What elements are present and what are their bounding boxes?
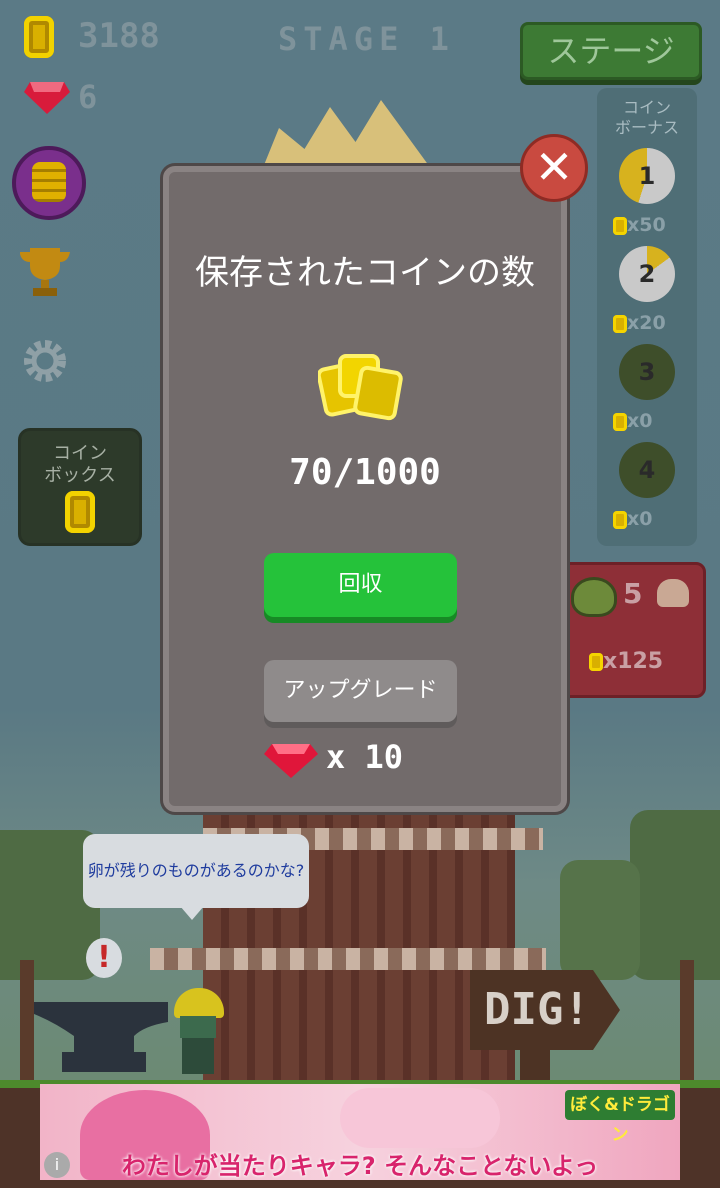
coin-bonus-title-line1: コイン [622, 98, 671, 117]
worker-count: 5 [623, 577, 643, 610]
modal-title: 保存されたコインの数 [195, 253, 535, 293]
bg-trunk [20, 960, 34, 1080]
coin-icon [589, 653, 603, 671]
bonus-number: 2 [638, 260, 656, 288]
bonus-number: 1 [638, 162, 656, 190]
bonus-amount-1: x50 [613, 214, 693, 236]
coin-icon [613, 412, 627, 431]
coin-box-label-line2: ボックス [44, 465, 116, 486]
coin-box-label: コイン ボックス [21, 443, 139, 487]
upgrade-button[interactable]: アップグレード [264, 660, 457, 722]
coin-count: 3188 [78, 16, 160, 56]
bonus-amount-text: x0 [627, 410, 653, 432]
coin-icon [65, 491, 95, 533]
bonus-amount-text: x0 [627, 508, 653, 530]
ad-info-icon[interactable]: i [44, 1152, 70, 1178]
coin-icon [613, 510, 627, 529]
collect-button[interactable]: 回収 [264, 553, 457, 617]
worker-cost: x125 [589, 649, 663, 674]
anvil-icon[interactable] [34, 992, 174, 1076]
coin-icon [613, 216, 627, 235]
speech-bubble-tail [180, 906, 204, 920]
miner-body [182, 1038, 214, 1074]
coin-box-label-line1: コイン [53, 443, 107, 464]
trunk-ring [150, 948, 546, 970]
bonus-number: 3 [638, 358, 656, 386]
gem-icon [264, 744, 318, 778]
worker-helmet-icon [571, 577, 617, 617]
bonus-amount-2: x20 [613, 312, 693, 334]
bg-trunk [680, 960, 694, 1080]
hire-worker-button[interactable]: 5 x125 [560, 562, 706, 698]
bonus-amount-text: x50 [627, 214, 666, 236]
ad-character-art [340, 1088, 500, 1148]
coin-icon [613, 314, 627, 333]
close-icon: ✕ [534, 140, 574, 194]
stage-button[interactable]: ステージ [520, 22, 702, 80]
bonus-number: 4 [638, 456, 656, 484]
coins-pile-icon [318, 354, 403, 421]
coin-icon [24, 16, 54, 58]
coin-box-button[interactable]: コイン ボックス [18, 428, 142, 546]
strength-arm-icon [657, 579, 689, 607]
miner-helmet [174, 988, 224, 1018]
upgrade-gem-cost: x 10 [326, 738, 404, 776]
worker-cost-text: x125 [603, 649, 664, 674]
bonus-timer-3[interactable]: 3 [619, 344, 675, 400]
stored-coin-count: 70/1000 [289, 452, 441, 493]
ad-text: わたしが当たりキャラ? そんなことないよっ [121, 1152, 599, 1180]
bonus-timer-4[interactable]: 4 [619, 442, 675, 498]
alert-exclamation-icon[interactable]: ! [86, 938, 122, 978]
bonus-timer-2[interactable]: 2 [619, 246, 675, 302]
dig-button[interactable]: DIG! [470, 970, 620, 1050]
bonus-amount-text: x20 [627, 312, 666, 334]
sign-post [520, 1048, 550, 1082]
bonus-amount-4: x0 [613, 508, 693, 530]
coin-stack-icon [32, 162, 66, 202]
bg-tree [630, 810, 720, 980]
bonus-amount-3: x0 [613, 410, 693, 432]
coin-stack-button[interactable] [12, 146, 86, 220]
miner-face [180, 1016, 216, 1038]
gem-count: 6 [78, 78, 98, 116]
bonus-timer-1[interactable]: 1 [619, 148, 675, 204]
settings-gear-icon[interactable] [18, 334, 72, 388]
trophy-icon[interactable] [16, 244, 74, 298]
speech-bubble: 卵が残りのものがあるのかな? [83, 834, 309, 908]
close-button[interactable]: ✕ [520, 134, 588, 202]
stage-label: STAGE 1 [278, 20, 455, 58]
bg-tree [560, 860, 640, 980]
gem-icon [24, 82, 70, 114]
coin-bonus-title-line2: ボーナス [614, 118, 679, 137]
coin-bonus-title: コイン ボーナス [597, 98, 697, 138]
miner-character[interactable] [172, 988, 226, 1076]
coin-bonus-panel: コイン ボーナス 1 x50 2 x20 3 x0 4 x0 [597, 88, 697, 546]
ad-logo: ぼく&ドラゴン [565, 1090, 675, 1145]
